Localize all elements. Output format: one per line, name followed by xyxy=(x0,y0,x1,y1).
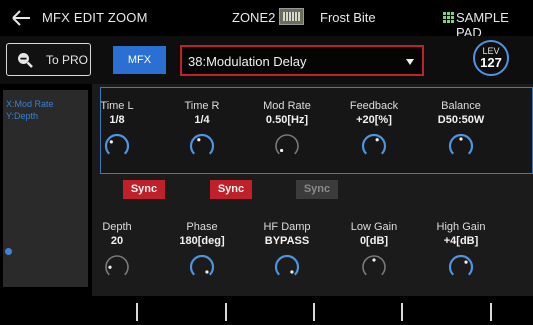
param-value: +20[%] xyxy=(356,114,392,126)
param-hf-damp[interactable]: HF Damp BYPASS xyxy=(247,221,327,281)
xy-pad-x-label: X:Mod Rate xyxy=(6,99,54,109)
param-knob[interactable] xyxy=(188,132,216,160)
param-value: 0.50[Hz] xyxy=(265,114,309,126)
knob-pointer xyxy=(459,137,463,141)
param-name: Feedback xyxy=(349,100,399,112)
knob-pointer xyxy=(108,265,112,269)
param-name: Time L xyxy=(100,100,134,112)
knob-arc xyxy=(274,254,300,276)
knob-pointer xyxy=(375,138,379,142)
param-low-gain[interactable]: Low Gain 0[dB] xyxy=(334,221,414,281)
mfx-type-select[interactable]: 38:Modulation Delay xyxy=(180,45,424,76)
function-key-5-marker[interactable] xyxy=(490,303,492,321)
level-knob[interactable]: LEV 127 xyxy=(473,40,509,76)
to-pro-button[interactable]: To PRO xyxy=(6,43,91,76)
function-key-1-marker[interactable] xyxy=(136,303,138,321)
header-bar: MFX EDIT ZOOM ZONE2 Frost Bite SAMPLE PA… xyxy=(0,0,533,40)
param-phase[interactable]: Phase 180[deg] xyxy=(162,221,242,281)
param-name: Balance xyxy=(441,100,481,112)
param-value: 1/8 xyxy=(109,114,125,126)
sync-button[interactable]: Sync xyxy=(123,180,165,199)
param-knob[interactable] xyxy=(188,253,216,281)
function-key-4-marker[interactable] xyxy=(401,303,403,321)
param-knob[interactable] xyxy=(103,132,131,160)
param-balance[interactable]: Balance D50:50W xyxy=(421,100,501,160)
param-name: Depth xyxy=(102,221,132,233)
param-depth[interactable]: Depth 20 xyxy=(77,221,157,281)
function-key-2-marker[interactable] xyxy=(225,303,227,321)
knob-pointer xyxy=(372,258,376,262)
zone-label: ZONE2 xyxy=(232,10,276,25)
xy-pad-cursor[interactable] xyxy=(5,248,12,255)
level-value: 127 xyxy=(480,55,502,70)
param-name: Phase xyxy=(186,221,218,233)
param-high-gain[interactable]: High Gain +4[dB] xyxy=(421,221,501,281)
param-name: Mod Rate xyxy=(263,100,311,112)
knob-pointer xyxy=(205,270,209,274)
function-key-3-marker[interactable] xyxy=(313,303,315,321)
knob-arc xyxy=(105,255,129,276)
param-name: High Gain xyxy=(436,221,486,233)
knob-arc xyxy=(448,254,474,276)
param-knob[interactable] xyxy=(103,253,131,281)
knob-arc xyxy=(189,254,215,276)
param-time-l[interactable]: Time L 1/8 xyxy=(77,100,157,160)
sample-pad-grid-icon xyxy=(443,12,454,23)
param-value: D50:50W xyxy=(437,114,485,126)
param-knob[interactable] xyxy=(447,253,475,281)
param-name: Low Gain xyxy=(350,221,398,233)
param-value: 1/4 xyxy=(194,114,210,126)
zoom-out-icon xyxy=(18,53,33,68)
knob-pointer xyxy=(197,138,201,142)
param-knob[interactable] xyxy=(360,253,388,281)
xy-pad-y-label: Y:Depth xyxy=(6,111,39,121)
param-name: HF Damp xyxy=(263,221,311,233)
param-value: BYPASS xyxy=(264,235,310,247)
param-knob[interactable] xyxy=(273,253,301,281)
param-time-r[interactable]: Time R 1/4 xyxy=(162,100,242,160)
back-arrow-icon[interactable] xyxy=(10,8,32,28)
function-key-bar xyxy=(0,296,533,325)
knob-arc xyxy=(189,133,215,155)
knob-arc xyxy=(275,134,299,155)
param-knob[interactable] xyxy=(447,132,475,160)
tone-thumbnail-icon xyxy=(279,8,304,25)
screen-title: MFX EDIT ZOOM xyxy=(42,10,148,25)
param-value: 180[deg] xyxy=(179,235,225,247)
sync-button[interactable]: Sync xyxy=(210,180,252,199)
knob-pointer xyxy=(464,260,468,264)
param-knob[interactable] xyxy=(360,132,388,160)
mfx-button[interactable]: MFX xyxy=(113,46,166,74)
param-knob[interactable] xyxy=(273,132,301,160)
knob-pointer xyxy=(290,270,294,274)
param-value: 20 xyxy=(110,235,124,247)
param-mod-rate[interactable]: Mod Rate 0.50[Hz] xyxy=(247,100,327,160)
param-value: +4[dB] xyxy=(443,235,479,247)
param-feedback[interactable]: Feedback +20[%] xyxy=(334,100,414,160)
sync-button[interactable]: Sync xyxy=(296,180,338,199)
xy-pad[interactable]: X:Mod Rate Y:Depth xyxy=(3,90,88,287)
knob-pointer xyxy=(109,140,113,144)
mfx-type-value: 38:Modulation Delay xyxy=(188,54,307,69)
knob-arc xyxy=(104,133,130,155)
tone-name: Frost Bite xyxy=(320,10,376,25)
knob-arc xyxy=(361,133,387,155)
to-pro-label: To PRO xyxy=(46,53,89,67)
param-value: 0[dB] xyxy=(359,235,389,247)
dropdown-arrow-icon xyxy=(406,59,414,65)
knob-pointer xyxy=(280,148,284,153)
param-name: Time R xyxy=(184,100,220,112)
